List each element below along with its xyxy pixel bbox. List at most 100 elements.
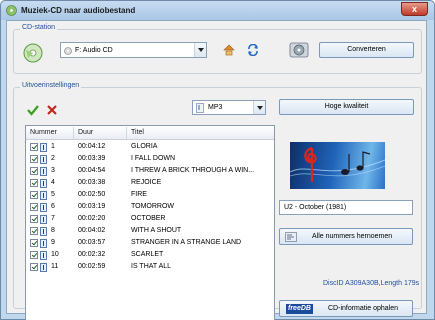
track-checkbox[interactable] — [30, 203, 38, 211]
table-row[interactable]: 7 00:02:20 OCTOBER — [26, 214, 274, 225]
track-checkbox[interactable] — [30, 191, 38, 199]
cd-player-icon[interactable] — [289, 40, 309, 60]
music-file-icon — [40, 215, 47, 224]
track-checkbox[interactable] — [30, 251, 38, 259]
track-checkbox[interactable] — [30, 215, 38, 223]
music-file-icon — [40, 179, 47, 188]
track-checkbox[interactable] — [30, 239, 38, 247]
disc-id-text: DiscID A309A30B,Length 179s — [323, 280, 420, 287]
output-settings-label: Uitvoerinstellingen — [20, 82, 82, 89]
track-duration: 00:03:57 — [78, 239, 106, 246]
refresh-icon[interactable] — [247, 44, 259, 56]
track-title: GLORIA — [131, 143, 158, 150]
cd-small-icon — [64, 47, 72, 55]
track-title: OCTOBER — [131, 215, 166, 222]
rename-all-label: Alle nummers hernoemen — [312, 233, 393, 240]
track-checkbox[interactable] — [30, 155, 38, 163]
music-file-icon — [40, 203, 47, 212]
cd-drive-value: F: Audio CD — [75, 47, 113, 54]
music-format-icon — [196, 103, 204, 113]
track-number: 7 — [51, 215, 55, 222]
music-notes-graphic — [290, 146, 385, 182]
eject-icon[interactable] — [223, 44, 235, 56]
track-duration: 00:03:19 — [78, 203, 106, 210]
track-checkbox[interactable] — [30, 179, 38, 187]
track-table[interactable]: Nummer Duur Titel 1 00:04:12 GLORIA 2 00… — [25, 125, 275, 320]
track-duration: 00:02:59 — [78, 263, 106, 270]
check-all-icon[interactable] — [27, 104, 39, 116]
track-title: SCARLET — [131, 251, 164, 258]
music-file-icon — [40, 143, 47, 152]
app-cd-icon — [6, 5, 17, 16]
table-row[interactable]: 8 00:04:02 WITH A SHOUT — [26, 226, 274, 237]
column-divider — [126, 127, 127, 139]
track-number: 3 — [51, 167, 55, 174]
chevron-down-icon — [194, 43, 206, 57]
client-area: CD-station F: Audio CD Converteren Uitvo… — [6, 20, 427, 320]
fetch-cd-info-label: CD-informatie ophalen — [328, 305, 399, 312]
column-divider — [73, 127, 74, 139]
track-number: 5 — [51, 191, 55, 198]
music-file-icon — [40, 263, 47, 272]
track-number: 10 — [51, 251, 59, 258]
track-checkbox[interactable] — [30, 263, 38, 271]
music-file-icon — [40, 155, 47, 164]
freedb-logo: freeDB — [286, 304, 313, 314]
track-duration: 00:03:38 — [78, 179, 106, 186]
cd-station-label: CD-station — [20, 24, 58, 31]
table-row[interactable]: 9 00:03:57 STRANGER IN A STRANGE LAND — [26, 238, 274, 249]
track-duration: 00:03:39 — [78, 155, 106, 162]
track-title: WITH A SHOUT — [131, 227, 182, 234]
rename-all-button[interactable]: Alle nummers hernoemen — [279, 228, 413, 245]
track-number: 4 — [51, 179, 55, 186]
table-row[interactable]: 3 00:04:54 I THREW A BRICK THROUGH A WIN… — [26, 166, 274, 177]
title-bar: Muziek-CD naar audiobestand x — [1, 1, 434, 20]
track-number: 1 — [51, 143, 55, 150]
column-header-title[interactable]: Titel — [131, 129, 144, 136]
track-checkbox[interactable] — [30, 143, 38, 151]
track-number: 8 — [51, 227, 55, 234]
track-checkbox[interactable] — [30, 227, 38, 235]
column-header-number[interactable]: Nummer — [30, 129, 57, 136]
format-dropdown[interactable]: MP3 — [192, 100, 266, 115]
track-duration: 00:02:50 — [78, 191, 106, 198]
table-row[interactable]: 6 00:03:19 TOMORROW — [26, 202, 274, 213]
uncheck-all-icon[interactable] — [46, 104, 58, 116]
table-row[interactable]: 1 00:04:12 GLORIA — [26, 142, 274, 153]
table-row[interactable]: 5 00:02:50 FIRE — [26, 190, 274, 201]
album-name-value: U2 - October (1981) — [284, 204, 347, 211]
chevron-down-icon — [253, 101, 265, 114]
quality-button[interactable]: Hoge kwaliteit — [279, 99, 414, 115]
cd-station-group: CD-station F: Audio CD Converteren — [13, 24, 422, 74]
track-duration: 00:04:12 — [78, 143, 106, 150]
column-header-duration[interactable]: Duur — [78, 129, 93, 136]
convert-button-label: Converteren — [347, 46, 386, 53]
track-title: I THREW A BRICK THROUGH A WIN... — [131, 167, 255, 174]
track-title: REJOICE — [131, 179, 162, 186]
album-name-field[interactable]: U2 - October (1981) — [279, 200, 413, 215]
fetch-cd-info-button[interactable]: freeDB CD-informatie ophalen — [279, 300, 413, 317]
convert-button[interactable]: Converteren — [319, 42, 414, 58]
cd-drive-dropdown[interactable]: F: Audio CD — [60, 42, 207, 58]
table-row[interactable]: 2 00:03:39 I FALL DOWN — [26, 154, 274, 165]
album-cover — [290, 142, 385, 189]
table-row[interactable]: 4 00:03:38 REJOICE — [26, 178, 274, 189]
music-file-icon — [40, 191, 47, 200]
format-value: MP3 — [208, 104, 223, 111]
track-number: 2 — [51, 155, 55, 162]
close-button[interactable]: x — [401, 2, 428, 16]
quality-button-label: Hoge kwaliteit — [324, 103, 369, 110]
track-number: 9 — [51, 239, 55, 246]
table-row[interactable]: 11 00:02:59 IS THAT ALL — [26, 262, 274, 273]
table-header: Nummer Duur Titel — [26, 126, 274, 140]
track-duration: 00:04:54 — [78, 167, 106, 174]
table-row[interactable]: 10 00:02:32 SCARLET — [26, 250, 274, 261]
track-checkbox[interactable] — [30, 167, 38, 175]
music-file-icon — [40, 167, 47, 176]
music-file-icon — [40, 227, 47, 236]
track-title: IS THAT ALL — [131, 263, 172, 270]
cd-drive-icon — [23, 43, 43, 63]
track-duration: 00:04:02 — [78, 227, 106, 234]
music-file-icon — [40, 251, 47, 260]
track-title: FIRE — [131, 191, 147, 198]
